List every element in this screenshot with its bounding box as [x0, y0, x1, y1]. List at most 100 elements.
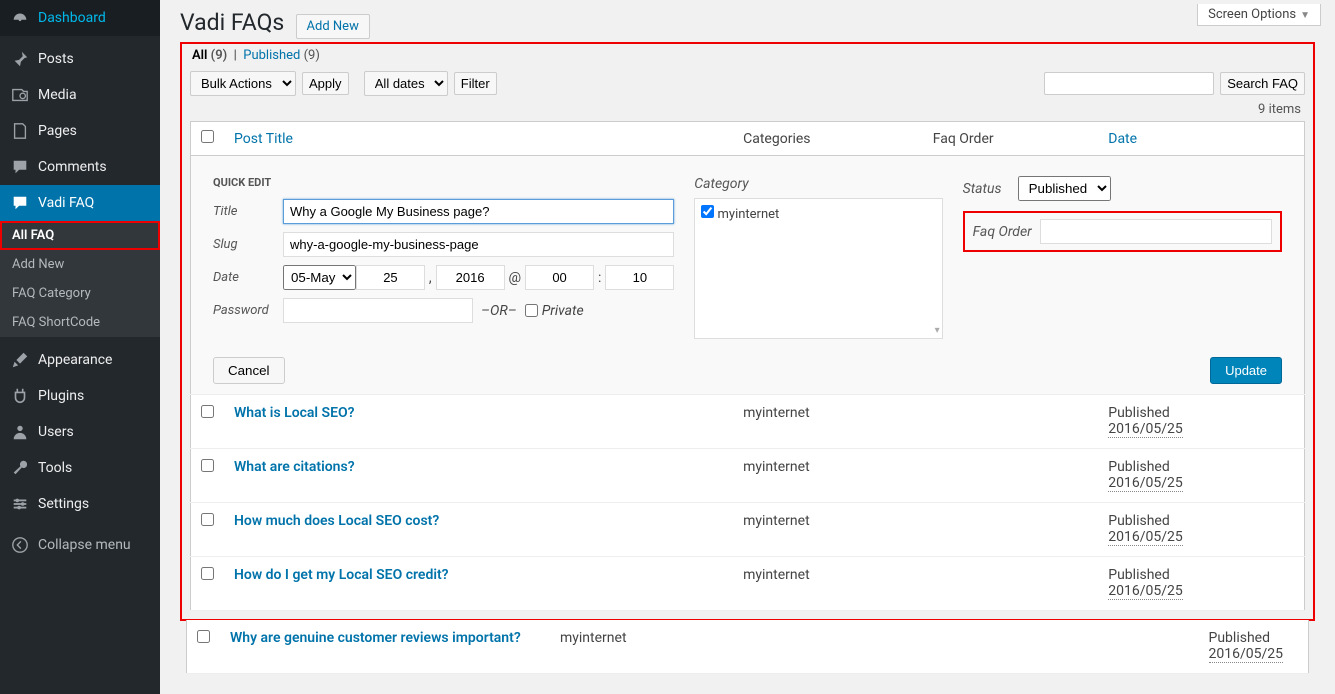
- col-title[interactable]: Post Title: [224, 122, 733, 156]
- search-faq-button[interactable]: Search FAQ: [1220, 72, 1305, 95]
- sidebar-item-plugins[interactable]: Plugins: [0, 378, 160, 414]
- row-checkbox[interactable]: [201, 459, 214, 472]
- hour-input[interactable]: [525, 265, 594, 290]
- sidebar-item-settings[interactable]: Settings: [0, 486, 160, 522]
- screen-options-button[interactable]: Screen Options▼: [1197, 4, 1321, 26]
- collapse-menu[interactable]: Collapse menu: [0, 527, 160, 563]
- wrench-icon: [10, 458, 30, 478]
- status-label: Status: [963, 181, 1018, 197]
- title-label: Title: [213, 204, 283, 219]
- filter-button[interactable]: Filter: [454, 72, 497, 95]
- cancel-button[interactable]: Cancel: [213, 357, 285, 384]
- table-row: Why are genuine customer reviews importa…: [187, 620, 1309, 674]
- minute-input[interactable]: [605, 265, 674, 290]
- select-all-checkbox[interactable]: [201, 130, 214, 143]
- pin-icon: [10, 49, 30, 69]
- row-checkbox[interactable]: [201, 567, 214, 580]
- row-checkbox[interactable]: [201, 405, 214, 418]
- media-icon: [10, 85, 30, 105]
- update-button[interactable]: Update: [1210, 357, 1282, 384]
- row-order: [923, 449, 1099, 503]
- row-title-link[interactable]: What is Local SEO?: [234, 405, 355, 421]
- bulk-actions-select[interactable]: Bulk Actions: [190, 71, 296, 96]
- settings-icon: [10, 494, 30, 514]
- sidebar-label: Pages: [38, 123, 77, 139]
- search-input[interactable]: [1044, 72, 1214, 95]
- category-option[interactable]: myinternet: [701, 207, 779, 222]
- private-checkbox[interactable]: [525, 304, 538, 317]
- collapse-icon: [10, 535, 30, 555]
- month-select[interactable]: 05-May: [283, 265, 356, 290]
- sidebar-sub-faq-category[interactable]: FAQ Category: [0, 279, 160, 308]
- date-label: Date: [213, 270, 283, 285]
- password-input[interactable]: [283, 298, 473, 323]
- sidebar-item-tools[interactable]: Tools: [0, 450, 160, 486]
- faqorder-label: Faq Order: [973, 224, 1032, 240]
- slug-input[interactable]: [283, 232, 674, 257]
- user-icon: [10, 422, 30, 442]
- row-order: [923, 503, 1099, 557]
- comment-icon: [10, 157, 30, 177]
- year-input[interactable]: [436, 265, 505, 290]
- status-select[interactable]: Published: [1018, 176, 1111, 201]
- slug-label: Slug: [213, 237, 283, 252]
- page-title: Vadi FAQs: [180, 0, 284, 40]
- table-row: What is Local SEO? myinternet Published2…: [191, 395, 1305, 449]
- row-order: [923, 395, 1099, 449]
- faqorder-input[interactable]: [1040, 219, 1272, 244]
- category-list[interactable]: myinternet ▾: [694, 198, 942, 339]
- sidebar-submenu: All FAQ Add New FAQ Category FAQ ShortCo…: [0, 221, 160, 337]
- plug-icon: [10, 386, 30, 406]
- sidebar-sub-all-faq[interactable]: All FAQ: [0, 221, 160, 250]
- page-icon: [10, 121, 30, 141]
- password-label: Password: [213, 303, 283, 318]
- add-new-button[interactable]: Add New: [296, 14, 370, 39]
- row-date: Published2016/05/25: [1098, 395, 1304, 449]
- dashboard-icon: [10, 8, 30, 28]
- sidebar-item-comments[interactable]: Comments: [0, 149, 160, 185]
- item-count: 9 items: [1258, 102, 1301, 117]
- sidebar-item-pages[interactable]: Pages: [0, 113, 160, 149]
- sidebar-label: Users: [38, 424, 74, 440]
- sidebar-label: Tools: [38, 460, 72, 476]
- apply-button[interactable]: Apply: [302, 72, 349, 95]
- sidebar-item-vadi-faq[interactable]: Vadi FAQ: [0, 185, 160, 221]
- filter-all[interactable]: All (9): [192, 48, 227, 63]
- row-title-link[interactable]: How much does Local SEO cost?: [234, 513, 439, 529]
- sidebar-item-appearance[interactable]: Appearance: [0, 342, 160, 378]
- day-input[interactable]: [356, 265, 425, 290]
- sidebar-item-media[interactable]: Media: [0, 77, 160, 113]
- category-label: Category: [694, 176, 942, 192]
- brush-icon: [10, 350, 30, 370]
- row-title-link[interactable]: How do I get my Local SEO credit?: [234, 567, 449, 583]
- row-date: Published2016/05/25: [1098, 557, 1304, 611]
- sidebar-label: Comments: [38, 159, 107, 175]
- sidebar-label: Media: [38, 87, 77, 103]
- sidebar-item-users[interactable]: Users: [0, 414, 160, 450]
- filter-published[interactable]: Published (9): [243, 48, 320, 63]
- row-date: Published2016/05/25: [1098, 449, 1304, 503]
- category-checkbox[interactable]: [701, 205, 714, 218]
- row-checkbox[interactable]: [201, 513, 214, 526]
- table-row: What are citations? myinternet Published…: [191, 449, 1305, 503]
- sidebar-label: Settings: [38, 496, 89, 512]
- row-category: myinternet: [733, 503, 923, 557]
- row-date: Published2016/05/25: [1199, 620, 1309, 674]
- col-date[interactable]: Date: [1098, 122, 1304, 156]
- dates-select[interactable]: All dates: [364, 71, 448, 96]
- row-title-link[interactable]: Why are genuine customer reviews importa…: [230, 630, 521, 646]
- row-title-link[interactable]: What are citations?: [234, 459, 355, 475]
- sidebar-item-posts[interactable]: Posts: [0, 41, 160, 77]
- table-row: How do I get my Local SEO credit? myinte…: [191, 557, 1305, 611]
- title-input[interactable]: [283, 199, 674, 224]
- sidebar-item-dashboard[interactable]: Dashboard: [0, 0, 160, 36]
- sidebar-label: Plugins: [38, 388, 84, 404]
- row-category: myinternet: [733, 449, 923, 503]
- main-content: Screen Options▼ Vadi FAQs Add New All (9…: [160, 0, 1335, 694]
- quick-edit-heading: QUICK EDIT: [213, 176, 674, 189]
- sidebar-sub-add-new[interactable]: Add New: [0, 250, 160, 279]
- sidebar-sub-faq-shortcode[interactable]: FAQ ShortCode: [0, 308, 160, 337]
- row-checkbox[interactable]: [197, 630, 210, 643]
- row-order: [923, 557, 1099, 611]
- row-date: Published2016/05/25: [1098, 503, 1304, 557]
